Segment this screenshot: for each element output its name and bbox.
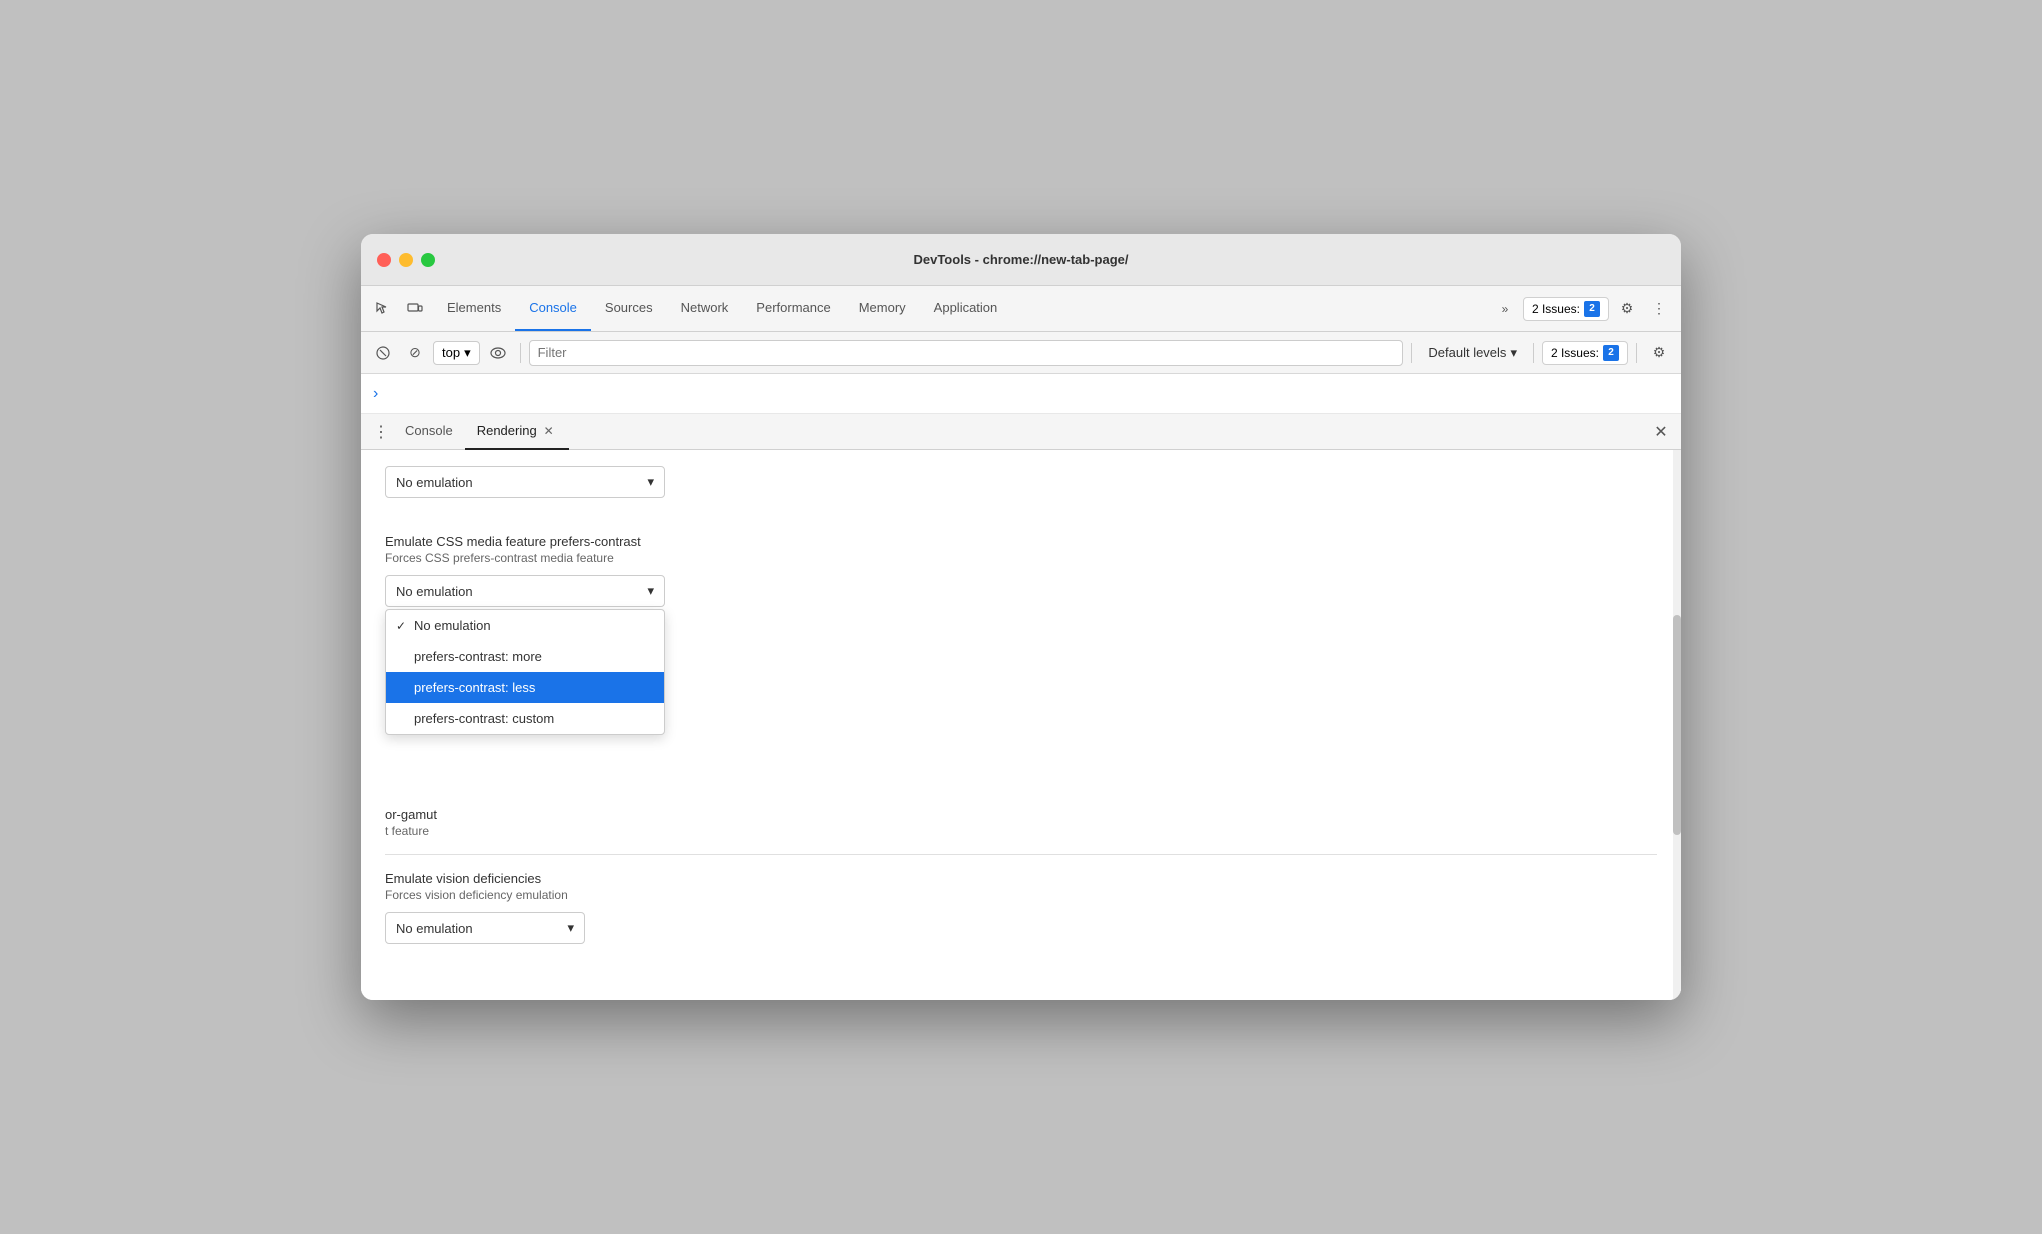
chevron-down-icon: ▾ bbox=[464, 345, 471, 361]
section-divider bbox=[385, 854, 1657, 855]
default-levels-selector[interactable]: Default levels ▾ bbox=[1420, 342, 1525, 364]
main-tabs: Elements Console Sources Network Perform… bbox=[433, 286, 1491, 331]
contrast-dropdown[interactable]: No emulation ▾ bbox=[385, 575, 665, 607]
chevron-down-icon: ▾ bbox=[647, 474, 654, 490]
separator-4 bbox=[1636, 343, 1637, 363]
scrollbar-track[interactable] bbox=[1673, 450, 1681, 1000]
tab-memory[interactable]: Memory bbox=[845, 286, 920, 331]
devtools-window: DevTools - chrome://new-tab-page/ Elemen… bbox=[361, 234, 1681, 1000]
more-options-icon[interactable]: ⋮ bbox=[1645, 295, 1673, 323]
clear-console-icon[interactable] bbox=[369, 339, 397, 367]
toolbar-icons-right: » 2 Issues: 2 ⚙ ⋮ bbox=[1491, 286, 1681, 331]
more-tabs-button[interactable]: » bbox=[1491, 295, 1519, 323]
issues-count-badge[interactable]: 2 Issues: 2 bbox=[1542, 341, 1628, 365]
maximize-button[interactable] bbox=[421, 253, 435, 267]
tab-bar: Elements Console Sources Network Perform… bbox=[361, 286, 1681, 332]
issues-count-icon: 2 bbox=[1603, 345, 1619, 361]
prompt-arrow-icon[interactable]: › bbox=[373, 385, 378, 403]
filter-input[interactable] bbox=[529, 340, 1404, 366]
option-prefers-custom[interactable]: prefers-contrast: custom bbox=[386, 703, 664, 734]
chevron-down-icon: ▾ bbox=[647, 583, 654, 599]
chevron-down-icon: ▾ bbox=[1510, 345, 1517, 361]
close-rendering-tab-icon[interactable]: ✕ bbox=[541, 423, 557, 439]
contrast-section-desc: Forces CSS prefers-contrast media featur… bbox=[385, 551, 1657, 565]
inspect-icon[interactable] bbox=[369, 295, 397, 323]
issues-badge[interactable]: 2 Issues: 2 bbox=[1523, 297, 1609, 321]
chevron-down-icon: ▾ bbox=[567, 920, 574, 936]
top-context-selector[interactable]: top ▾ bbox=[433, 341, 480, 365]
tab-sources[interactable]: Sources bbox=[591, 286, 667, 331]
settings-icon[interactable]: ⚙ bbox=[1613, 295, 1641, 323]
vision-dropdown[interactable]: No emulation ▾ bbox=[385, 912, 585, 944]
tab-performance[interactable]: Performance bbox=[742, 286, 844, 331]
tab-elements[interactable]: Elements bbox=[433, 286, 515, 331]
contrast-section-label: Emulate CSS media feature prefers-contra… bbox=[385, 534, 1657, 549]
tab-network[interactable]: Network bbox=[667, 286, 743, 331]
panel-tab-bar: ⋮ Console Rendering ✕ ✕ bbox=[361, 414, 1681, 450]
traffic-lights bbox=[377, 253, 435, 267]
gamut-partial-label: or-gamut bbox=[385, 807, 437, 822]
separator-2 bbox=[1411, 343, 1412, 363]
console-prompt-area: › bbox=[361, 374, 1681, 414]
option-prefers-more[interactable]: prefers-contrast: more bbox=[386, 641, 664, 672]
window-title: DevTools - chrome://new-tab-page/ bbox=[913, 252, 1128, 267]
contrast-dropdown-wrapper: No emulation ▾ No emulation prefers-cont… bbox=[385, 575, 665, 607]
close-panel-icon[interactable]: ✕ bbox=[1649, 420, 1673, 444]
top-emulation-dropdown[interactable]: No emulation ▾ bbox=[385, 466, 665, 498]
vision-section-desc: Forces vision deficiency emulation bbox=[385, 888, 1657, 902]
vision-section-label: Emulate vision deficiencies bbox=[385, 871, 1657, 886]
spacer-1 bbox=[385, 510, 1657, 534]
close-button[interactable] bbox=[377, 253, 391, 267]
scrollbar-thumb[interactable] bbox=[1673, 615, 1681, 835]
panel-tab-console[interactable]: Console bbox=[393, 414, 465, 450]
panel-tab-rendering[interactable]: Rendering ✕ bbox=[465, 414, 569, 450]
toolbar-icons-left bbox=[369, 286, 429, 331]
separator-3 bbox=[1533, 343, 1534, 363]
minimize-button[interactable] bbox=[399, 253, 413, 267]
option-prefers-less[interactable]: prefers-contrast: less bbox=[386, 672, 664, 703]
block-icon[interactable]: ⊘ bbox=[401, 339, 429, 367]
console-settings-icon[interactable]: ⚙ bbox=[1645, 339, 1673, 367]
tab-application[interactable]: Application bbox=[920, 286, 1012, 331]
device-toolbar-icon[interactable] bbox=[401, 295, 429, 323]
console-toolbar: ⊘ top ▾ Default levels ▾ 2 Issues: 2 ⚙ bbox=[361, 332, 1681, 374]
rendering-content: No emulation ▾ Emulate CSS media feature… bbox=[361, 450, 1681, 1000]
eye-icon[interactable] bbox=[484, 339, 512, 367]
gamut-section: or-gamut t feature bbox=[385, 807, 1657, 838]
option-no-emulation[interactable]: No emulation bbox=[386, 610, 664, 641]
panel-more-options-icon[interactable]: ⋮ bbox=[369, 420, 393, 444]
issues-icon: 2 bbox=[1584, 301, 1600, 317]
top-emulation-dropdown-row: No emulation ▾ bbox=[385, 466, 1657, 498]
tab-console[interactable]: Console bbox=[515, 286, 591, 331]
separator-1 bbox=[520, 343, 521, 363]
contrast-dropdown-menu: No emulation prefers-contrast: more pref… bbox=[385, 609, 665, 735]
title-bar: DevTools - chrome://new-tab-page/ bbox=[361, 234, 1681, 286]
vision-section: Emulate vision deficiencies Forces visio… bbox=[385, 871, 1657, 944]
gamut-partial-desc: t feature bbox=[385, 824, 429, 838]
